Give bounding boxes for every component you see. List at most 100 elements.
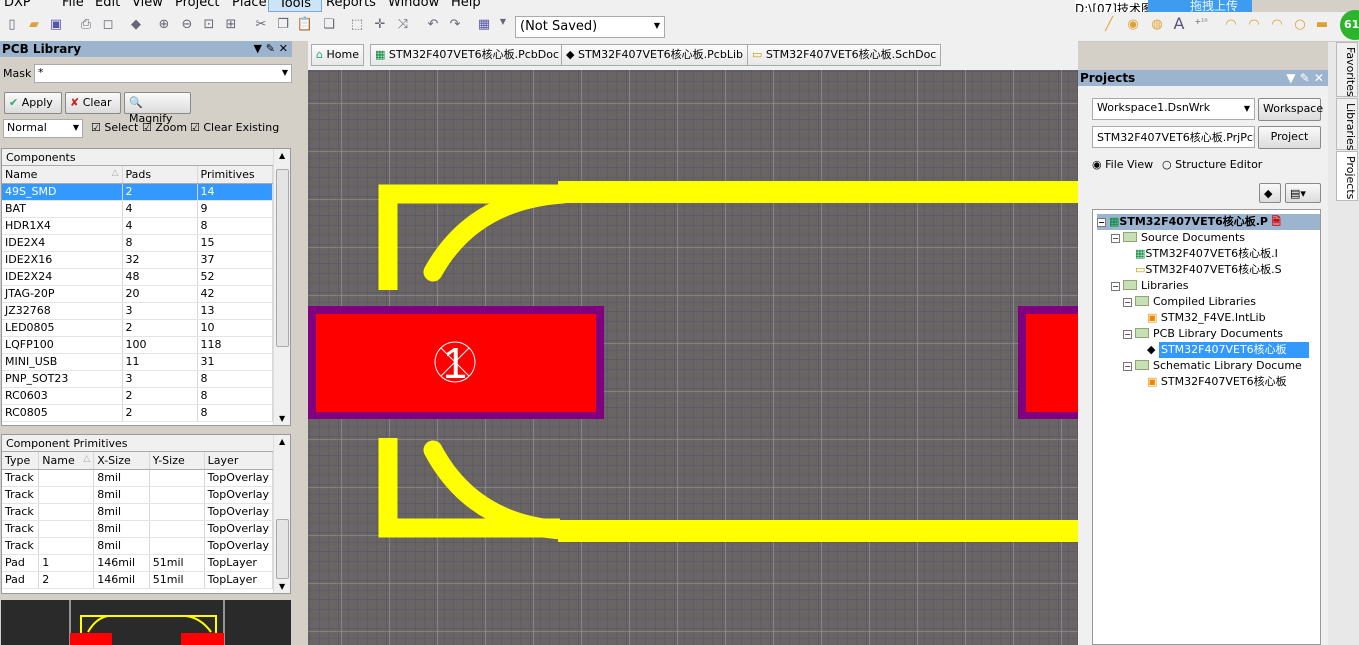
table-row[interactable]: Pad 2 146mil 51mil TopLayer xyxy=(2,571,273,589)
components-scrollbar[interactable]: ▲ ▼ xyxy=(273,149,290,425)
collapse-icon[interactable]: − xyxy=(1123,362,1132,371)
place-line-icon[interactable]: ╱ xyxy=(1100,17,1118,35)
tree-item-schdoc[interactable]: ▭STM32F407VET6核心板.S xyxy=(1135,262,1315,278)
fill-icon[interactable]: ▬ xyxy=(1313,17,1331,35)
tree-item-compiled-libraries[interactable]: − Compiled Libraries xyxy=(1123,294,1256,310)
menu-edit[interactable]: Edit xyxy=(95,0,120,10)
arc-edge-icon[interactable]: ◠ xyxy=(1245,17,1263,35)
save-icon[interactable]: ▣ xyxy=(47,17,65,35)
print-preview-icon[interactable]: ◻ xyxy=(99,17,117,35)
select-area-icon[interactable]: ⬚ xyxy=(348,17,366,35)
menu-dxp[interactable]: DXP xyxy=(4,0,31,10)
scroll-up-icon[interactable]: ▲ xyxy=(279,437,285,446)
paste-icon[interactable]: 📋 xyxy=(296,17,314,35)
mask-input[interactable]: * ▼ xyxy=(34,64,292,83)
tab-pcblib[interactable]: ◆ STM32F407VET6核心板.PcbLib xyxy=(561,44,749,66)
tree-item-libraries[interactable]: − Libraries xyxy=(1111,278,1189,294)
tab-schdoc[interactable]: ▭ STM32F407VET6核心板.SchDoc xyxy=(747,44,942,66)
table-row[interactable]: RC0603 2 8 xyxy=(2,387,273,405)
col-y-size[interactable]: Y-Size xyxy=(149,452,205,470)
menu-view[interactable]: View xyxy=(132,0,163,10)
menu-reports[interactable]: Reports xyxy=(326,0,376,10)
table-row[interactable]: BAT 4 9 xyxy=(2,200,273,218)
table-row[interactable]: MINI_USB 11 31 xyxy=(2,353,273,371)
cut-icon[interactable]: ✂ xyxy=(252,17,270,35)
scroll-down-icon[interactable]: ▼ xyxy=(279,414,285,423)
place-string-icon[interactable]: A xyxy=(1170,14,1188,33)
table-row[interactable]: JZ32768 3 13 xyxy=(2,302,273,320)
arc-any-icon[interactable]: ◠ xyxy=(1268,17,1286,35)
table-row[interactable]: Track 8mil TopOverlay xyxy=(2,537,273,555)
table-row[interactable]: Pad 1 146mil 51mil TopLayer xyxy=(2,554,273,572)
tree-item-project[interactable]: − ▦STM32F407VET6核心板.P 🗎 xyxy=(1097,214,1320,230)
col-x-size[interactable]: X-Size xyxy=(93,452,150,470)
table-row[interactable]: IDE2X16 32 37 xyxy=(2,251,273,269)
magnify-button[interactable]: 🔍Magnify xyxy=(124,92,191,125)
collapse-icon[interactable]: − xyxy=(1111,234,1120,243)
collapse-icon[interactable]: − xyxy=(1097,218,1106,227)
tree-item-pcb-library-documents[interactable]: − PCB Library Documents xyxy=(1123,326,1283,342)
workspace-button[interactable]: Workspace xyxy=(1258,98,1323,121)
workspace-select[interactable]: Workspace1.DsnWrk ▼ xyxy=(1092,98,1255,120)
redo-icon[interactable]: ↷ xyxy=(446,17,464,35)
table-row[interactable]: PNP_SOT23 3 8 xyxy=(2,370,273,388)
panel-controls-icon[interactable]: ▼ ✎ ✕ xyxy=(1286,70,1324,86)
zoom-selected-icon[interactable]: ⊞ xyxy=(222,17,240,35)
table-row[interactable]: LQFP100 100 118 xyxy=(2,336,273,354)
menu-project[interactable]: Project xyxy=(175,0,219,10)
menu-help[interactable]: Help xyxy=(451,0,481,10)
structure-editor-radio[interactable]: ○ Structure Editor xyxy=(1162,158,1262,171)
grid-dropdown-icon[interactable]: ▼ xyxy=(494,17,512,35)
tab-pcbdoc[interactable]: ▦ STM32F407VET6核心板.PcbDoc xyxy=(370,44,565,66)
project-options-icon[interactable]: ▤▾ xyxy=(1285,183,1321,203)
clear-existing-checkbox[interactable]: ☑ Clear Existing xyxy=(190,121,279,134)
table-row[interactable]: Track 8mil TopOverlay xyxy=(2,520,273,538)
menu-file[interactable]: File xyxy=(62,0,84,10)
scroll-thumb[interactable] xyxy=(276,519,289,579)
side-tab-libraries[interactable]: Libraries xyxy=(1336,98,1358,151)
collapse-icon[interactable]: − xyxy=(1123,330,1132,339)
variant-combo[interactable]: (Not Saved) ▼ xyxy=(515,16,665,38)
compile-icon[interactable]: ◆ xyxy=(1259,183,1281,203)
print-icon[interactable]: ⎙ xyxy=(77,17,95,35)
primitives-scrollbar[interactable]: ▲ ▼ xyxy=(273,435,290,593)
tab-home[interactable]: ⌂ Home xyxy=(311,44,364,66)
scroll-up-icon[interactable]: ▲ xyxy=(279,151,285,160)
table-row[interactable]: Track 8mil TopOverlay xyxy=(2,469,273,487)
project-field[interactable]: STM32F407VET6核心板.PrjPcb xyxy=(1092,126,1255,148)
tree-item-schlib[interactable]: ▣ STM32F407VET6核心板 xyxy=(1147,374,1311,390)
project-button[interactable]: Project xyxy=(1258,126,1321,149)
col-name[interactable]: Name △ xyxy=(38,452,95,470)
zoom-in-icon[interactable]: ⊕ xyxy=(155,17,173,35)
side-tab-favorites[interactable]: Favorites xyxy=(1336,42,1358,97)
table-row[interactable]: Track 8mil TopOverlay xyxy=(2,486,273,504)
move-icon[interactable]: ✛ xyxy=(371,17,389,35)
side-tab-projects[interactable]: Projects xyxy=(1336,151,1358,201)
col-type[interactable]: Type xyxy=(2,452,40,470)
zoom-fit-icon[interactable]: ⊡ xyxy=(200,17,218,35)
table-row[interactable]: HDR1X4 4 8 xyxy=(2,217,273,235)
clear-button[interactable]: ✘ Clear xyxy=(65,92,121,114)
pcb-canvas[interactable]: 1 xyxy=(308,70,1078,645)
tree-item-source-documents[interactable]: − Source Documents xyxy=(1111,230,1245,246)
tree-item-schematic-library-documents[interactable]: − Schematic Library Docume xyxy=(1123,358,1311,374)
table-row[interactable]: 49S_SMD 2 14 xyxy=(2,183,273,201)
table-row[interactable]: RC0805 2 8 xyxy=(2,404,273,422)
scroll-down-icon[interactable]: ▼ xyxy=(279,582,285,591)
table-row[interactable]: IDE2X4 8 15 xyxy=(2,234,273,252)
table-row[interactable]: LED0805 2 10 xyxy=(2,319,273,337)
place-pad-icon[interactable]: ◉ xyxy=(1124,17,1142,35)
col-layer[interactable]: Layer xyxy=(204,452,273,470)
tree-item-pcbdoc[interactable]: ▦STM32F407VET6核心板.I xyxy=(1135,246,1315,262)
undo-icon[interactable]: ↶ xyxy=(424,17,442,35)
col-primitives[interactable]: Primitives xyxy=(197,166,273,184)
tree-item-pcblib[interactable]: ◆ STM32F407VET6核心板 xyxy=(1147,342,1320,358)
grid-icon[interactable]: ▦ xyxy=(475,17,493,35)
col-name[interactable]: Name △ xyxy=(2,166,123,184)
full-circle-icon[interactable]: ○ xyxy=(1291,17,1309,35)
panel-splitter[interactable] xyxy=(292,41,308,645)
tree-item-intlib[interactable]: ▣ STM32_F4VE.IntLib xyxy=(1147,310,1266,326)
layers-icon[interactable]: ◆ xyxy=(127,17,145,35)
table-row[interactable]: JTAG-20P 20 42 xyxy=(2,285,273,303)
place-coordinate-icon[interactable]: +¹⁰ xyxy=(1192,17,1210,35)
